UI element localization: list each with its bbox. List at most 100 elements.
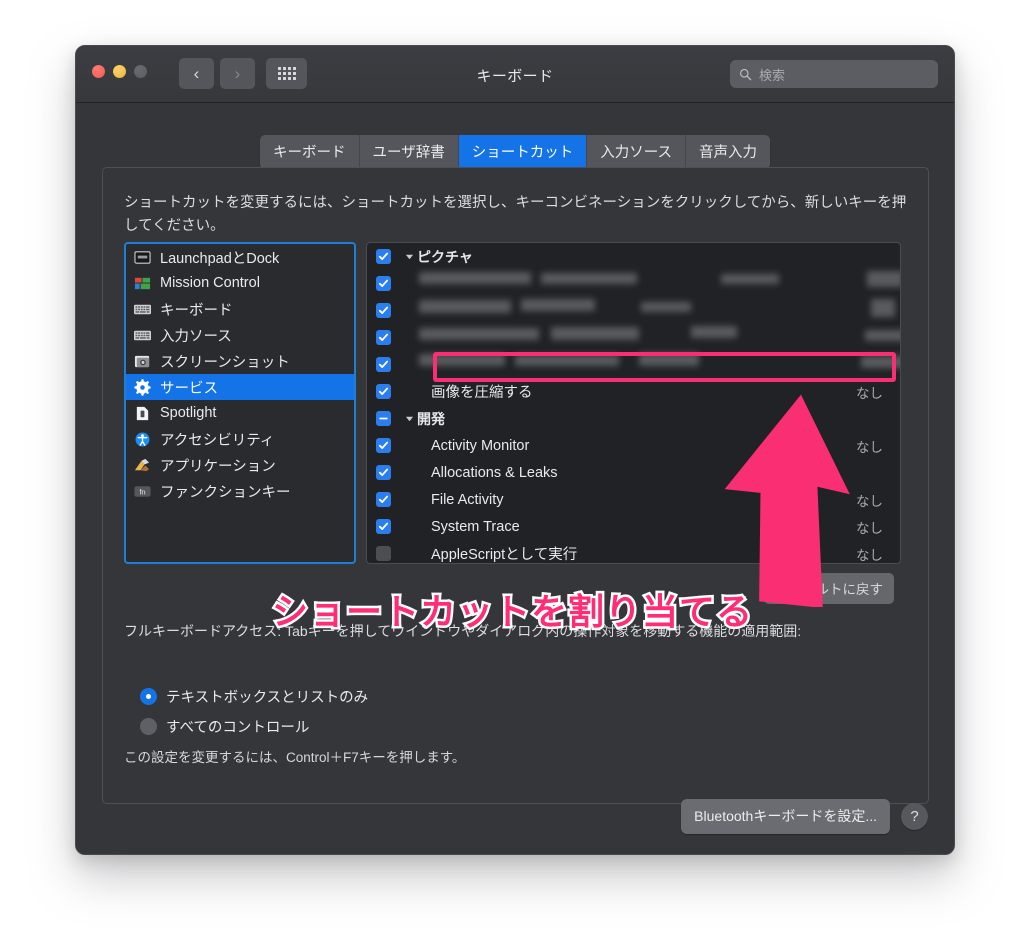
checkbox-on[interactable] xyxy=(376,384,391,399)
radio-label: すべてのコントロール xyxy=(166,719,310,736)
shortcut-item-label: Activity Monitor xyxy=(431,437,530,454)
annotation-arrow-icon xyxy=(724,394,850,607)
redacted-content xyxy=(861,356,900,368)
checkbox-off[interactable] xyxy=(376,546,391,561)
sidebar-item-label: サービス xyxy=(160,380,218,397)
radio-label: テキストボックスとリストのみ xyxy=(166,689,369,706)
mission-control-icon xyxy=(134,277,151,289)
redacted-content xyxy=(419,328,539,340)
redacted-content xyxy=(641,302,691,312)
sidebar-item-3[interactable]: キーボード xyxy=(126,296,354,322)
annotation-label: ショートカットを割り当てる xyxy=(269,589,754,635)
screenshot-icon xyxy=(134,355,150,367)
disclosure-triangle-icon[interactable] xyxy=(404,414,414,424)
checkbox-on[interactable] xyxy=(376,465,391,480)
window-titlebar: ‹ › キーボード 検索 xyxy=(76,46,954,103)
tab-4[interactable]: 入力ソース xyxy=(587,135,686,169)
services-gear-icon xyxy=(133,378,152,396)
sidebar-item-8[interactable]: アクセシビリティ xyxy=(126,426,354,452)
launchpad-dock-icon xyxy=(134,250,151,264)
full-keyboard-access-note: この設定を変更するには、Control＋F7キーを押します。 xyxy=(124,750,466,765)
input-source-icon xyxy=(133,327,152,344)
shortcut-item-row[interactable] xyxy=(367,351,900,378)
tab-2[interactable]: ユーザ辞書 xyxy=(359,135,459,169)
redacted-content xyxy=(515,355,619,366)
tab-group: キーボード ユーザ辞書 ショートカット 入力ソース 音声入力 xyxy=(260,135,770,169)
checkbox-on[interactable] xyxy=(376,303,391,318)
accessibility-icon xyxy=(133,431,152,448)
sidebar-scroll-nub[interactable] xyxy=(354,392,356,398)
radio-selected-indicator xyxy=(140,687,157,705)
checkbox-on[interactable] xyxy=(376,249,391,264)
sidebar-item-5[interactable]: スクリーンショット xyxy=(126,348,354,374)
radio-option-all-controls[interactable]: すべてのコントロール xyxy=(140,711,368,741)
setup-bluetooth-keyboard-button[interactable]: Bluetoothキーボードを設定... xyxy=(681,799,890,834)
panel-hint-text: ショートカットを変更するには、ショートカットを選択し、キーコンビネーションをクリ… xyxy=(124,195,907,235)
shortcut-item-label: Allocations & Leaks xyxy=(431,464,558,481)
mission-control-icon xyxy=(133,275,152,292)
sidebar-item-2[interactable]: Mission Control xyxy=(126,270,354,296)
input-source-icon xyxy=(134,330,151,340)
radio-unselected-indicator xyxy=(140,717,157,735)
help-button[interactable]: ? xyxy=(901,803,928,830)
shortcut-item-label: File Activity xyxy=(431,491,504,508)
shortcut-item-row[interactable] xyxy=(367,297,900,324)
sidebar-item-6[interactable]: サービス xyxy=(126,374,354,400)
accessibility-icon xyxy=(135,432,150,446)
keyboard-icon xyxy=(133,301,152,318)
redacted-content xyxy=(691,326,737,338)
shortcut-group-label: ピクチャ xyxy=(417,248,473,265)
applications-icon xyxy=(134,458,150,471)
shortcut-item-label: AppleScriptとして実行 xyxy=(431,547,578,563)
window-footer: Bluetoothキーボードを設定... ? xyxy=(681,799,928,834)
full-keyboard-access-options: テキストボックスとリストのみ すべてのコントロール xyxy=(140,681,368,741)
tab-3[interactable]: ショートカット xyxy=(458,135,588,169)
sidebar-item-label: アクセシビリティ xyxy=(160,432,275,449)
tab-1[interactable]: キーボード xyxy=(260,135,360,169)
shortcut-item-label: 画像を圧縮する xyxy=(431,385,533,401)
tab-5[interactable]: 音声入力 xyxy=(686,135,770,169)
spotlight-icon xyxy=(133,405,152,422)
search-placeholder: 検索 xyxy=(759,67,786,83)
sidebar-item-label: 入力ソース xyxy=(160,328,232,345)
fn-key-icon: fn xyxy=(134,485,151,497)
checkbox-on[interactable] xyxy=(376,438,391,453)
sidebar-item-label: スクリーンショット xyxy=(160,354,290,371)
redacted-content xyxy=(721,274,779,284)
shortcut-item-row[interactable] xyxy=(367,324,900,351)
checkbox-mixed[interactable] xyxy=(376,411,391,426)
sidebar-item-10[interactable]: fn ファンクションキー xyxy=(126,478,354,504)
redacted-content xyxy=(867,271,900,287)
redacted-content xyxy=(521,299,595,311)
redacted-content xyxy=(639,353,699,366)
redacted-content xyxy=(871,299,895,317)
svg-text:fn: fn xyxy=(139,487,145,496)
search-icon xyxy=(739,68,752,80)
sidebar-item-1[interactable]: LaunchpadとDock xyxy=(126,244,354,270)
checkbox-on[interactable] xyxy=(376,492,391,507)
checkbox-on[interactable] xyxy=(376,330,391,345)
sidebar-item-label: ファンクションキー xyxy=(160,484,291,501)
applications-icon xyxy=(133,457,152,474)
redacted-content xyxy=(865,330,900,341)
sidebar-item-label: LaunchpadとDock xyxy=(160,250,280,267)
sidebar-item-7[interactable]: Spotlight xyxy=(126,400,354,426)
sidebar-item-4[interactable]: 入力ソース xyxy=(126,322,354,348)
shortcut-item-label: System Trace xyxy=(431,518,520,535)
search-field[interactable]: 検索 xyxy=(730,60,938,88)
redacted-content xyxy=(419,300,511,313)
shortcut-item-row[interactable] xyxy=(367,270,900,297)
radio-option-textboxes-lists[interactable]: テキストボックスとリストのみ xyxy=(140,681,368,711)
disclosure-triangle-icon[interactable] xyxy=(404,252,414,262)
redacted-content xyxy=(419,354,505,366)
sidebar-item-9[interactable]: アプリケーション xyxy=(126,452,354,478)
sidebar-item-label: アプリケーション xyxy=(160,458,276,475)
fn-key-icon: fn xyxy=(133,483,152,500)
category-sidebar[interactable]: LaunchpadとDock Mission Control キーボード入力ソースス… xyxy=(124,242,356,564)
checkbox-on[interactable] xyxy=(376,357,391,372)
checkbox-on[interactable] xyxy=(376,519,391,534)
shortcut-group-row[interactable]: ピクチャ xyxy=(367,243,900,270)
shortcut-group-label: 開発 xyxy=(417,410,445,427)
checkbox-on[interactable] xyxy=(376,276,391,291)
redacted-content xyxy=(551,327,639,340)
